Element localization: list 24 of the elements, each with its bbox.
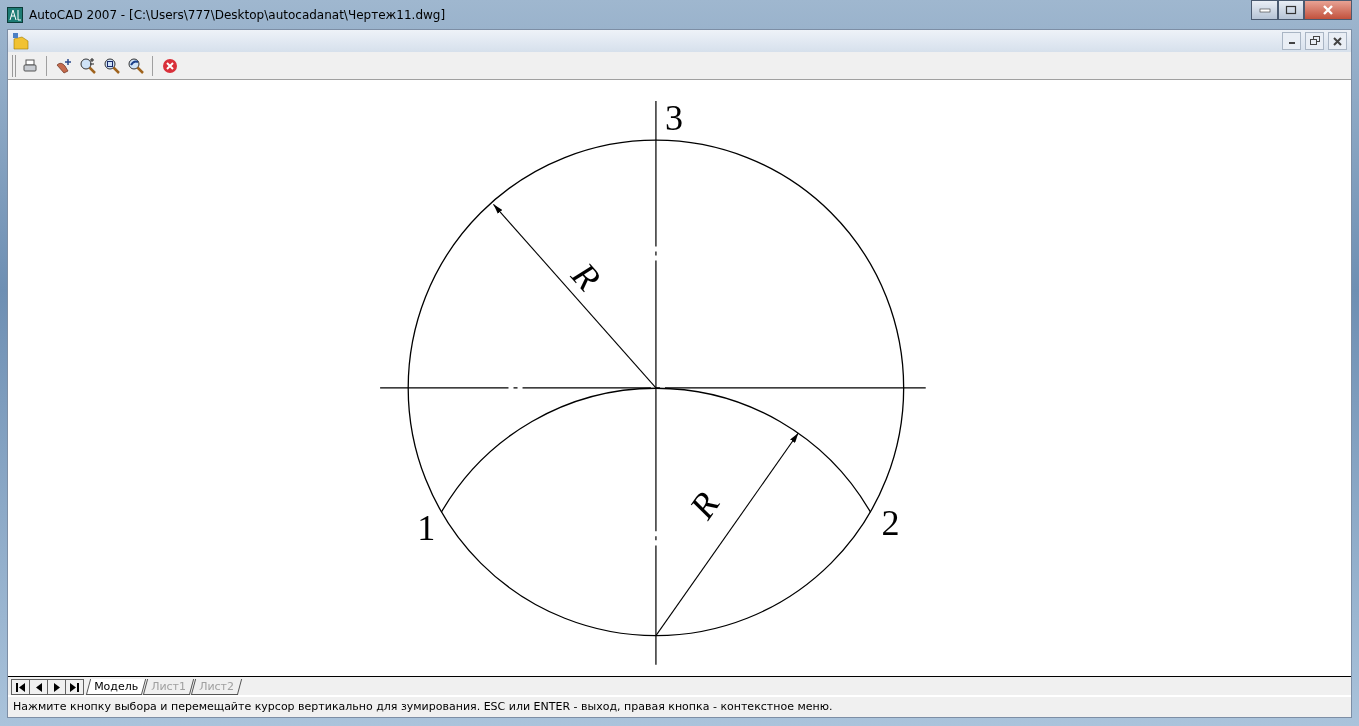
document-icon[interactable] [12, 32, 30, 51]
point-label: 3 [664, 98, 683, 139]
layout-tab[interactable]: Модель [85, 679, 147, 695]
radius-label: R [681, 485, 728, 527]
layout-tab[interactable]: Лист1 [142, 679, 195, 695]
last-tab-icon[interactable] [65, 679, 84, 695]
close-button[interactable] [1304, 0, 1352, 20]
close-icon [1333, 36, 1342, 46]
point-label: 1 [417, 508, 436, 549]
status-message: Нажмите кнопку выбора и перемещайте курсор вертикально для зумирования. ESC или ENTER - выход, правая кнопка - контекстное меню. [8, 695, 1351, 717]
point-label: 2 [881, 503, 900, 544]
close-button[interactable] [1328, 32, 1347, 51]
restore-button[interactable] [1305, 32, 1324, 51]
radius-label: R [563, 255, 609, 299]
app-icon [7, 6, 23, 23]
minimize-button[interactable] [1251, 0, 1278, 20]
maximize-button[interactable] [1278, 0, 1304, 20]
layout-tab[interactable]: Лист2 [190, 679, 242, 695]
minimize-icon [1258, 7, 1271, 13]
restore-icon [1309, 36, 1320, 47]
minimize-button[interactable] [1282, 32, 1301, 51]
window-title: AutoCAD 2007 - [C:\Users\777\Desktop\autocadanat\Чертеж11.dwg] [29, 6, 446, 24]
close-icon [1322, 5, 1334, 15]
maximize-icon [1285, 5, 1297, 15]
